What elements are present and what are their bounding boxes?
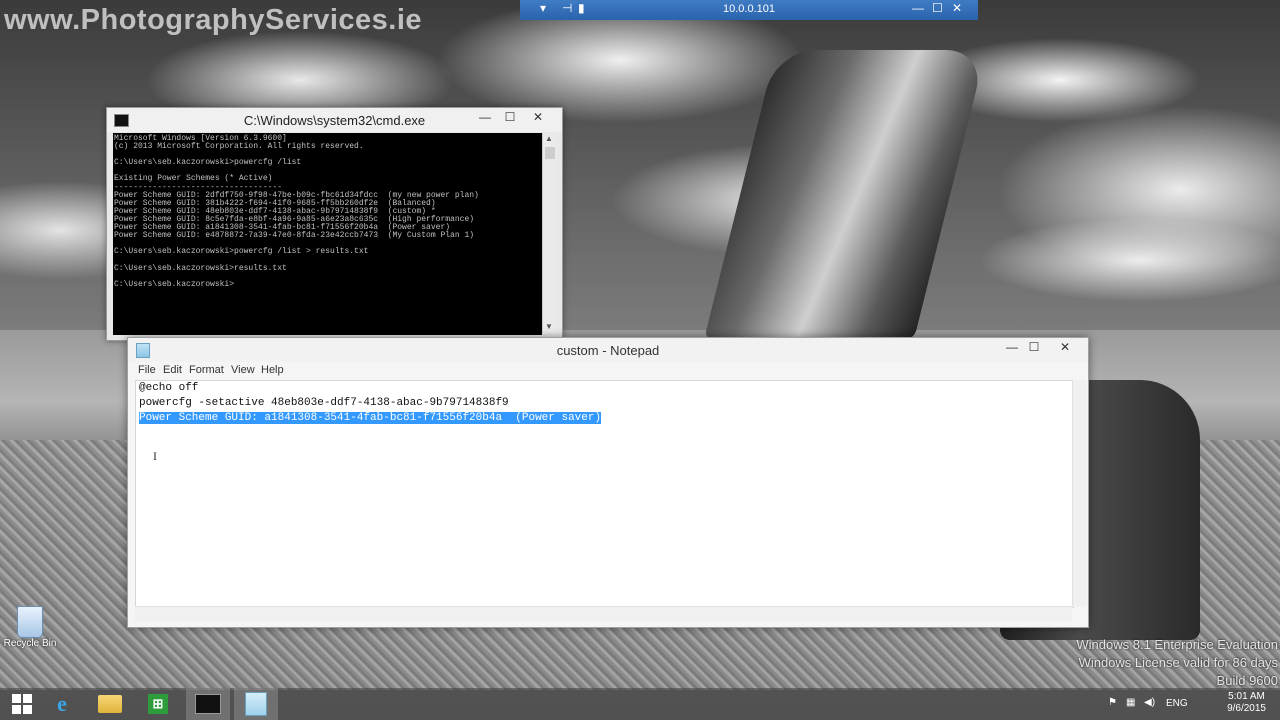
recycle-bin-label: Recycle Bin	[3, 638, 57, 649]
watermark-line: Windows 8.1 Enterprise Evaluation	[1076, 637, 1278, 652]
notepad-title-bar[interactable]: custom - Notepad — ☐ ✕	[128, 338, 1088, 362]
taskbar: e ⊞ ⚑ ▦ ◀) ENG 5:01 AM 9/6/2015	[0, 688, 1280, 720]
clock[interactable]: 5:01 AM 9/6/2015	[1227, 691, 1266, 715]
start-button[interactable]	[0, 688, 44, 720]
volume-icon[interactable]: ◀)	[1144, 697, 1155, 708]
taskbar-file-explorer[interactable]	[88, 688, 132, 720]
console-line: C:\Users\seb.kaczorowski>	[114, 279, 235, 289]
cmd-console-output[interactable]: Microsoft Windows [Version 6.3.9600] (c) …	[113, 133, 542, 335]
text-line: @echo off	[139, 382, 199, 394]
cmd-scrollbar[interactable]: ▲ ▼	[542, 133, 557, 333]
taskbar-store[interactable]: ⊞	[136, 688, 180, 720]
language-indicator[interactable]: ENG	[1166, 698, 1188, 709]
ibeam-cursor-icon: I	[153, 449, 157, 463]
console-line: C:\Users\seb.kaczorowski>results.txt	[114, 263, 287, 273]
notepad-maximize-button[interactable]: ☐	[1021, 340, 1047, 358]
cmd-minimize-button[interactable]: —	[472, 110, 498, 128]
system-tray: ⚑ ▦ ◀) ENG 5:01 AM 9/6/2015	[1100, 688, 1280, 720]
notepad-horizontal-scrollbar[interactable]	[135, 606, 1072, 621]
taskbar-notepad[interactable]	[234, 688, 278, 720]
text-line: powercfg -setactive 48eb803e-ddf7-4138-a…	[139, 397, 509, 409]
notepad-icon	[245, 692, 267, 716]
notepad-vertical-scrollbar[interactable]	[1072, 380, 1087, 606]
watermark-line: Windows License valid for 86 days	[1078, 655, 1278, 670]
menu-view[interactable]: View	[231, 364, 255, 376]
notepad-window-title: custom - Notepad	[556, 343, 660, 358]
remote-host-address: 10.0.0.101	[723, 3, 775, 15]
console-line: (c) 2013 Microsoft Corporation. All righ…	[114, 142, 364, 152]
recycle-bin-shortcut[interactable]: Recycle Bin	[2, 606, 58, 649]
selected-text[interactable]: Power Scheme GUID: a1841308-3541-4fab-bc…	[139, 412, 602, 424]
notepad-close-button[interactable]: ✕	[1052, 340, 1078, 358]
clock-time: 5:01 AM	[1228, 691, 1265, 702]
menu-edit[interactable]: Edit	[163, 364, 182, 376]
internet-explorer-icon: e	[57, 691, 67, 716]
menu-file[interactable]: File	[138, 364, 156, 376]
taskbar-internet-explorer[interactable]: e	[40, 688, 84, 720]
cmd-title-bar[interactable]: C:\Windows\system32\cmd.exe — ☐ ✕	[107, 108, 562, 132]
windows-evaluation-watermark: Windows 8.1 Enterprise Evaluation Window…	[1076, 636, 1278, 690]
menu-help[interactable]: Help	[261, 364, 284, 376]
scroll-up-arrow-icon[interactable]: ▲	[545, 134, 553, 143]
clock-date: 9/6/2015	[1227, 703, 1266, 714]
recycle-bin-icon	[17, 606, 43, 638]
cmd-maximize-button[interactable]: ☐	[497, 110, 523, 128]
windows-logo-icon	[12, 694, 32, 714]
network-icon[interactable]: ▦	[1126, 697, 1135, 708]
flag-icon[interactable]: ⚑	[1108, 697, 1117, 708]
notepad-text-area[interactable]: @echo off powercfg -setactive 48eb803e-d…	[135, 380, 1074, 608]
notepad-menu-bar: File Edit Format View Help	[128, 362, 1088, 380]
rd-restore-button[interactable]: ☐	[932, 1, 943, 15]
rd-minimize-button[interactable]: —	[912, 1, 924, 15]
console-line: C:\Users\seb.kaczorowski>powercfg /list …	[114, 247, 369, 257]
folder-icon	[98, 695, 122, 713]
photo-watermark: www.PhotographyServices.ie	[4, 4, 423, 36]
console-line: Power Scheme GUID: e4878872-7a39-47e0-8f…	[114, 231, 475, 241]
tree-stump	[703, 50, 987, 340]
scroll-down-arrow-icon[interactable]: ▼	[545, 322, 553, 331]
cmd-close-button[interactable]: ✕	[525, 110, 551, 128]
rd-close-button[interactable]: ✕	[952, 1, 962, 15]
notepad-window[interactable]: custom - Notepad — ☐ ✕ File Edit Format …	[127, 337, 1089, 628]
cmd-window[interactable]: C:\Windows\system32\cmd.exe — ☐ ✕ Micros…	[106, 107, 563, 341]
console-line: C:\Users\seb.kaczorowski>powercfg /list	[114, 158, 302, 168]
cmd-scroll-thumb[interactable]	[545, 147, 555, 159]
menu-format[interactable]: Format	[189, 364, 224, 376]
console-icon	[195, 694, 221, 714]
store-icon: ⊞	[148, 694, 168, 714]
taskbar-cmd[interactable]	[186, 688, 230, 720]
remote-desktop-bar[interactable]: ▾ ⊣ ▮ 10.0.0.101 — ☐ ✕	[520, 0, 978, 20]
